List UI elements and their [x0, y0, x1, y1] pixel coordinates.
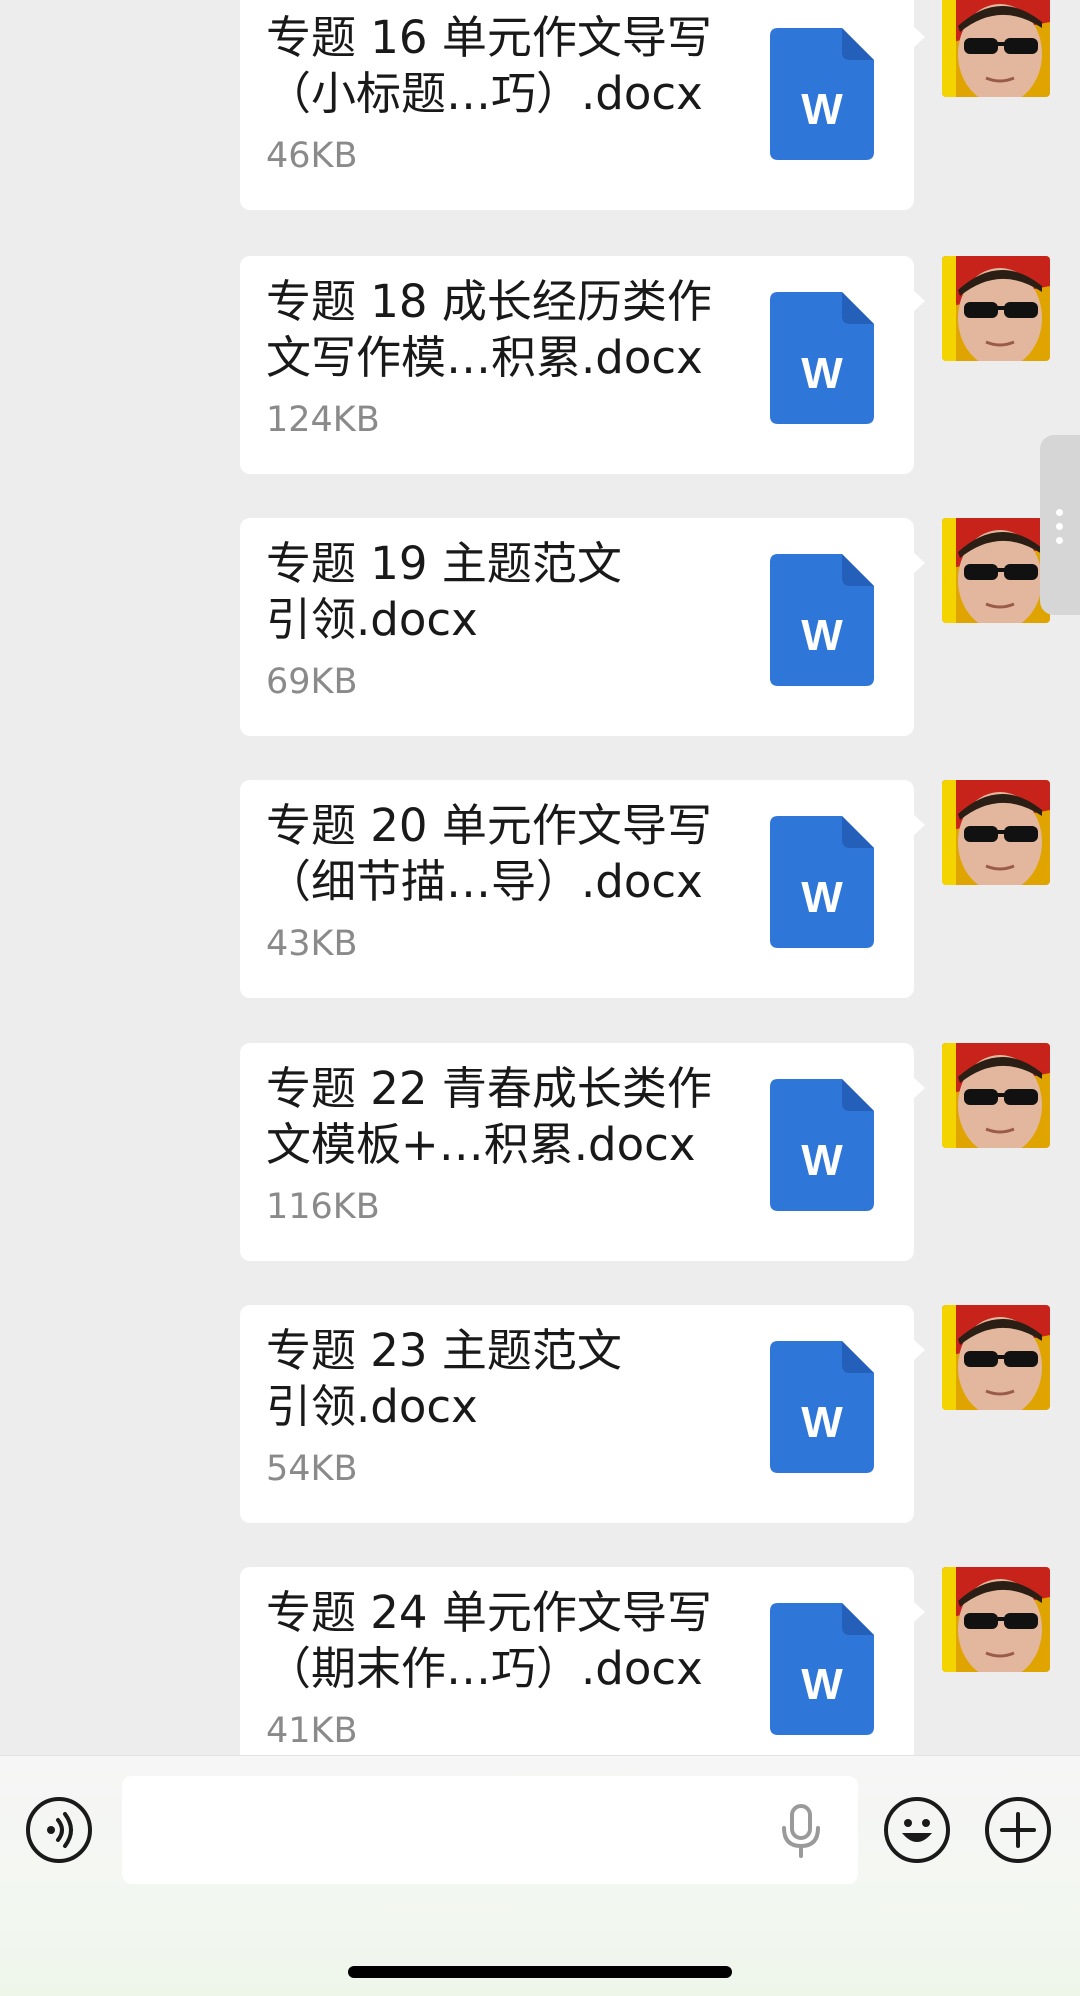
message-row: 专题 18 成长经历类作 文写作模…积累.docx 124KB W [0, 256, 1080, 476]
word-doc-letter: W [801, 611, 843, 660]
handle-dot [1056, 523, 1063, 530]
message-row: 专题 19 主题范文 引领.docx 69KB W [0, 518, 1080, 738]
file-size: 41KB [266, 1711, 358, 1751]
voice-mode-icon [47, 1812, 73, 1848]
microphone-icon[interactable] [778, 1804, 824, 1858]
word-doc-icon: W [770, 1079, 874, 1211]
file-message-bubble[interactable]: 专题 24 单元作文导写 （期末作…巧）.docx 41KB W [240, 1567, 914, 1755]
file-size: 43KB [266, 924, 358, 964]
message-row: 专题 22 青春成长类作 文模板+…积累.docx 116KB W [0, 1043, 1080, 1263]
handle-dot [1056, 537, 1063, 544]
file-size: 124KB [266, 400, 380, 440]
file-name-line: 专题 22 青春成长类作 [266, 1062, 712, 1115]
word-doc-letter: W [801, 85, 843, 134]
file-message-bubble[interactable]: 专题 19 主题范文 引领.docx 69KB W [240, 518, 914, 736]
file-message-bubble[interactable]: 专题 18 成长经历类作 文写作模…积累.docx 124KB W [240, 256, 914, 474]
bubble-tail [913, 1339, 925, 1361]
file-message-bubble[interactable]: 专题 16 单元作文导写 （小标题…巧）.docx 46KB W [240, 0, 914, 210]
avatar[interactable] [942, 1567, 1050, 1672]
bubble-tail [913, 26, 925, 48]
add-button[interactable] [985, 1797, 1051, 1863]
file-name: 专题 16 单元作文导写 （小标题…巧）.docx [266, 10, 736, 122]
file-message-bubble[interactable]: 专题 22 青春成长类作 文模板+…积累.docx 116KB W [240, 1043, 914, 1261]
file-name-line: 引领.docx [266, 593, 478, 646]
file-name: 专题 22 青春成长类作 文模板+…积累.docx [266, 1061, 736, 1173]
word-doc-icon: W [770, 554, 874, 686]
word-doc-letter: W [801, 349, 843, 398]
file-name-line: （小标题…巧）.docx [266, 67, 703, 120]
file-name-line: 专题 16 单元作文导写 [266, 11, 712, 64]
bubble-tail [913, 814, 925, 836]
message-input[interactable] [122, 1776, 858, 1884]
file-size: 54KB [266, 1449, 358, 1489]
avatar[interactable] [942, 780, 1050, 885]
message-row: 专题 23 主题范文 引领.docx 54KB W [0, 1305, 1080, 1525]
file-name-line: 专题 24 单元作文导写 [266, 1586, 712, 1639]
file-size: 116KB [266, 1187, 380, 1227]
word-doc-icon: W [770, 816, 874, 948]
word-doc-icon: W [770, 1341, 874, 1473]
bubble-tail [913, 1601, 925, 1623]
file-name-line: 引领.docx [266, 1380, 478, 1433]
file-name-line: （细节描…导）.docx [266, 855, 703, 908]
file-name: 专题 18 成长经历类作 文写作模…积累.docx [266, 274, 736, 386]
emoji-button[interactable] [884, 1797, 950, 1863]
plus-icon [1000, 1812, 1036, 1848]
file-size: 46KB [266, 136, 358, 176]
file-name: 专题 19 主题范文 引领.docx [266, 536, 736, 648]
word-doc-icon: W [770, 28, 874, 160]
file-message-bubble[interactable]: 专题 20 单元作文导写 （细节描…导）.docx 43KB W [240, 780, 914, 998]
message-row: 专题 24 单元作文导写 （期末作…巧）.docx 41KB W [0, 1567, 1080, 1755]
avatar[interactable] [942, 256, 1050, 361]
file-name: 专题 24 单元作文导写 （期末作…巧）.docx [266, 1585, 736, 1697]
file-message-bubble[interactable]: 专题 23 主题范文 引领.docx 54KB W [240, 1305, 914, 1523]
handle-dot [1056, 509, 1063, 516]
avatar[interactable] [942, 518, 1050, 623]
file-name-line: （期末作…巧）.docx [266, 1642, 703, 1695]
file-name: 专题 23 主题范文 引领.docx [266, 1323, 736, 1435]
word-doc-letter: W [801, 1398, 843, 1447]
file-name-line: 专题 18 成长经历类作 [266, 275, 712, 328]
side-float-handle[interactable] [1040, 435, 1080, 615]
avatar[interactable] [942, 0, 1050, 97]
file-name-line: 专题 23 主题范文 [266, 1324, 622, 1377]
avatar[interactable] [942, 1043, 1050, 1148]
file-name-line: 文写作模…积累.docx [266, 331, 703, 384]
file-name-line: 专题 19 主题范文 [266, 537, 622, 590]
word-doc-icon: W [770, 1603, 874, 1735]
chat-input-bar [0, 1755, 1080, 1996]
file-size: 69KB [266, 662, 358, 702]
bubble-tail [913, 1077, 925, 1099]
word-doc-letter: W [801, 1660, 843, 1709]
file-name-line: 文模板+…积累.docx [266, 1118, 696, 1171]
emoji-icon [902, 1819, 932, 1842]
voice-mode-button[interactable] [26, 1797, 92, 1863]
chat-message-list[interactable]: 专题 16 单元作文导写 （小标题…巧）.docx 46KB W 专题 18 成… [0, 0, 1080, 1755]
word-doc-letter: W [801, 1136, 843, 1185]
bubble-tail [913, 290, 925, 312]
message-row: 专题 16 单元作文导写 （小标题…巧）.docx 46KB W [0, 0, 1080, 212]
message-row: 专题 20 单元作文导写 （细节描…导）.docx 43KB W [0, 780, 1080, 1000]
file-name: 专题 20 单元作文导写 （细节描…导）.docx [266, 798, 736, 910]
bubble-tail [913, 552, 925, 574]
home-indicator[interactable] [348, 1966, 732, 1978]
word-doc-letter: W [801, 873, 843, 922]
avatar[interactable] [942, 1305, 1050, 1410]
file-name-line: 专题 20 单元作文导写 [266, 799, 712, 852]
word-doc-icon: W [770, 292, 874, 424]
